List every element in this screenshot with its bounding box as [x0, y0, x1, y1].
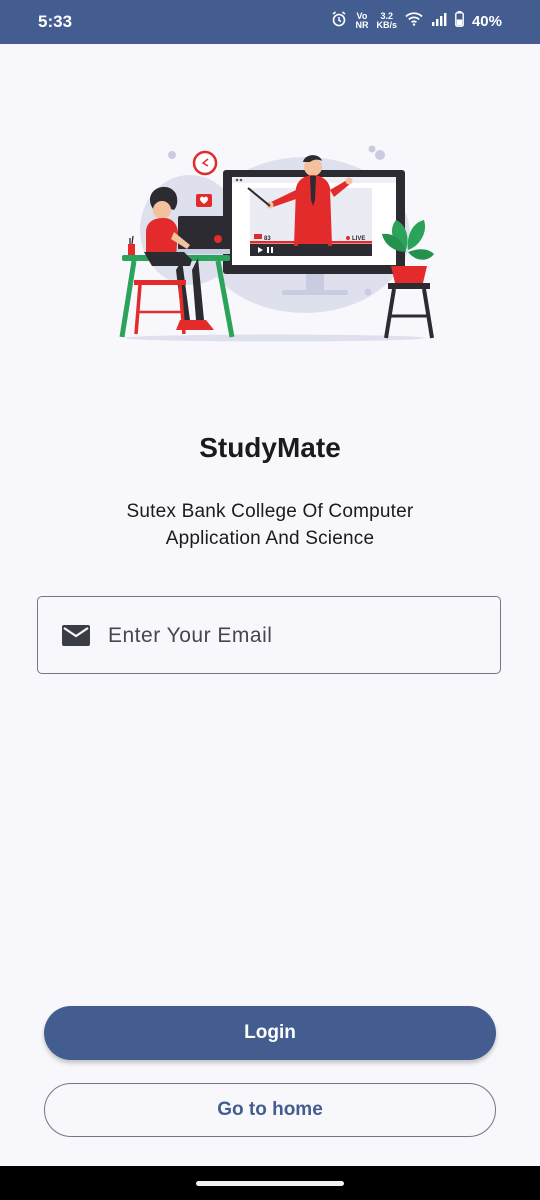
hero-illustration: 83 LIVE: [110, 140, 440, 350]
status-time: 5:33: [38, 12, 73, 31]
screen-count: 83: [264, 236, 271, 242]
navigation-bar: [0, 1166, 540, 1200]
wifi-icon: [405, 12, 423, 30]
go-to-home-button[interactable]: Go to home: [44, 1083, 496, 1137]
status-icons: Vo NR 3.2 KB/s 40%: [331, 11, 502, 31]
battery-icon: [455, 11, 464, 31]
volte-icon: Vo NR: [355, 12, 368, 30]
network-speed: 3.2 KB/s: [376, 12, 397, 30]
battery-percent: 40%: [471, 12, 502, 30]
network-speed-unit: KB/s: [376, 20, 397, 30]
alarm-icon: [331, 11, 347, 31]
email-input[interactable]: [106, 611, 480, 661]
signal-icon: [431, 12, 447, 30]
screen-live: LIVE: [352, 236, 365, 242]
login-button[interactable]: Login: [44, 1006, 496, 1060]
email-field[interactable]: [37, 596, 501, 674]
status-bar: 5:33 Vo NR 3.2 KB/s 40%: [0, 0, 540, 44]
app-title: StudyMate: [199, 432, 341, 463]
college-name: Sutex Bank College Of Computer Applicati…: [126, 501, 414, 549]
home-gesture-handle[interactable]: [196, 1181, 344, 1186]
email-icon: [62, 625, 90, 646]
nr-label: NR: [355, 20, 369, 30]
